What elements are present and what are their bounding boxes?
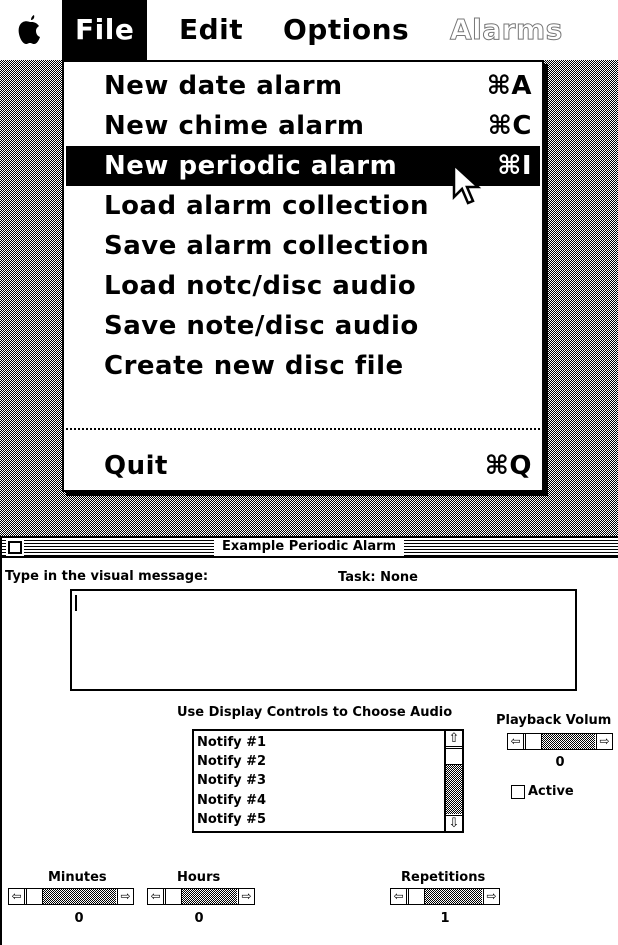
repetitions-slider[interactable]: ⇦ ⇨ [390, 888, 500, 905]
mouse-pointer-icon [452, 163, 482, 205]
slider-thumb[interactable] [525, 734, 542, 749]
scroll-right-arrow-icon[interactable]: ⇨ [238, 889, 254, 904]
list-item[interactable]: Notify #2 [197, 752, 446, 771]
window-title: Example Periodic Alarm [214, 538, 405, 556]
slider-thumb[interactable] [26, 889, 43, 904]
menu-item-load-note-disc-audio[interactable]: Load notc/disc audio [66, 266, 540, 306]
scroll-right-arrow-icon[interactable]: ⇨ [483, 889, 499, 904]
menu-item-quit[interactable]: Quit ⌘Q [66, 446, 540, 486]
menu-options[interactable]: Options [270, 0, 422, 60]
minutes-slider[interactable]: ⇦ ⇨ [8, 888, 134, 905]
slider-thumb[interactable] [408, 889, 425, 904]
menu-item-label: Save note/disc audio [104, 311, 419, 341]
scroll-right-arrow-icon[interactable]: ⇨ [117, 889, 133, 904]
list-item[interactable]: Notify #5 [197, 810, 446, 829]
periodic-alarm-window: Example Periodic Alarm Type in the visua… [0, 536, 618, 945]
hours-label: Hours [177, 870, 221, 885]
menu-item-new-chime-alarm[interactable]: New chime alarm ⌘C [66, 106, 540, 146]
playback-volume-slider[interactable]: ⇦ ⇨ [507, 733, 613, 750]
repetitions-label: Repetitions [401, 870, 486, 885]
scroll-thumb[interactable] [446, 748, 462, 765]
apple-menu-icon[interactable] [2, 0, 58, 60]
menu-edit[interactable]: Edit [166, 0, 256, 60]
minutes-label: Minutes [48, 870, 107, 885]
menu-item-label: Save alarm collection [104, 231, 430, 261]
scroll-left-arrow-icon[interactable]: ⇦ [508, 734, 524, 749]
hours-slider[interactable]: ⇦ ⇨ [147, 888, 255, 905]
menu-item-shortcut: ⌘Q [484, 451, 532, 481]
text-caret [75, 595, 77, 611]
slider-thumb[interactable] [165, 889, 182, 904]
window-close-box[interactable] [8, 541, 22, 554]
menu-separator [66, 428, 540, 430]
window-title-bar[interactable]: Example Periodic Alarm [2, 538, 618, 558]
scroll-right-arrow-icon[interactable]: ⇨ [596, 734, 612, 749]
menu-item-label: Quit [104, 451, 168, 481]
menu-file[interactable]: File [62, 0, 148, 60]
scroll-up-arrow-icon[interactable]: ⇧ [446, 731, 462, 747]
menu-item-shortcut: ⌘A [486, 71, 532, 101]
menu-item-shortcut: ⌘C [487, 111, 532, 141]
playback-volume-value: 0 [555, 755, 565, 770]
menu-item-label: Load alarm collection [104, 191, 429, 221]
menu-item-label: New chime alarm [104, 111, 365, 141]
hours-value: 0 [194, 911, 204, 926]
menu-bar: File Edit Options Alarms [0, 0, 618, 60]
menu-item-label: New date alarm [104, 71, 343, 101]
menu-item-shortcut: ⌘I [497, 151, 532, 181]
scroll-left-arrow-icon[interactable]: ⇦ [391, 889, 407, 904]
menu-alarms-disabled[interactable]: Alarms [437, 0, 576, 60]
visual-message-textarea[interactable] [70, 589, 577, 691]
list-item[interactable]: Notify #3 [197, 771, 446, 790]
scroll-down-arrow-icon[interactable]: ⇩ [446, 815, 462, 831]
scroll-left-arrow-icon[interactable]: ⇦ [148, 889, 164, 904]
playback-volume-label: Playback Volum [496, 713, 612, 728]
visual-message-label: Type in the visual message: [5, 569, 209, 584]
list-item[interactable]: Notify #1 [197, 733, 446, 752]
task-label: Task: None [338, 570, 418, 585]
menu-item-label: Create new disc file [104, 351, 404, 381]
menu-item-create-new-disc-file[interactable]: Create new disc file [66, 346, 540, 386]
menu-item-save-alarm-collection[interactable]: Save alarm collection [66, 226, 540, 266]
file-menu-dropdown: New date alarm ⌘A New chime alarm ⌘C New… [62, 60, 544, 492]
menu-item-label: Load notc/disc audio [104, 271, 417, 301]
list-item[interactable]: Notify #4 [197, 791, 446, 810]
active-checkbox[interactable] [511, 785, 525, 799]
apple-logo-icon [18, 15, 40, 44]
minutes-value: 0 [74, 911, 84, 926]
scroll-left-arrow-icon[interactable]: ⇦ [9, 889, 25, 904]
menu-item-save-note-disc-audio[interactable]: Save note/disc audio [66, 306, 540, 346]
menu-item-new-date-alarm[interactable]: New date alarm ⌘A [66, 66, 540, 106]
repetitions-value: 1 [440, 911, 450, 926]
audio-list-items: Notify #1 Notify #2 Notify #3 Notify #4 … [194, 731, 446, 831]
audio-choose-label: Use Display Controls to Choose Audio [177, 705, 453, 720]
audio-list-scrollbar[interactable]: ⇧ ⇩ [444, 731, 462, 831]
audio-list[interactable]: Notify #1 Notify #2 Notify #3 Notify #4 … [192, 729, 464, 833]
menu-item-label: New periodic alarm [104, 151, 398, 181]
active-label: Active [528, 784, 574, 799]
